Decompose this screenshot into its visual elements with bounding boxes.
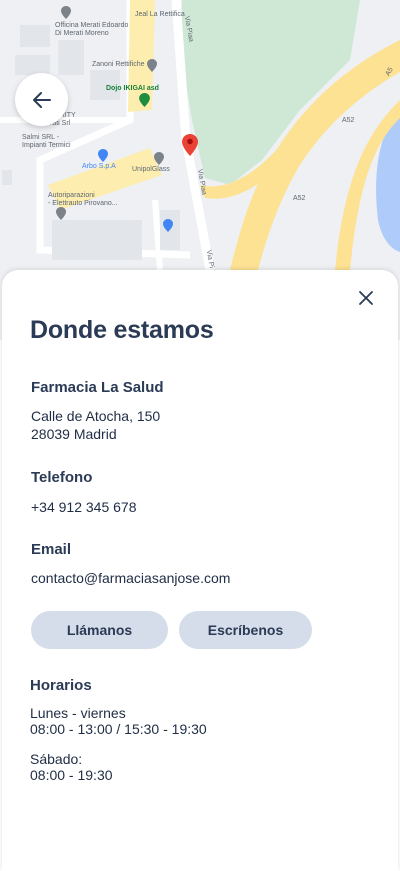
poi-pin-icon bbox=[147, 59, 157, 72]
call-button[interactable]: Llámanos bbox=[31, 611, 168, 649]
address-line-2: 28039 Madrid bbox=[31, 426, 117, 442]
phone-value: +34 912 345 678 bbox=[31, 499, 137, 515]
poi-pin-icon bbox=[163, 219, 173, 232]
map-label: Impianti Termici bbox=[22, 142, 71, 149]
email-label: Email bbox=[31, 541, 72, 558]
pharmacy-name: Farmacia La Salud bbox=[31, 379, 164, 396]
map-label: Zanoni Rettifiche bbox=[92, 61, 145, 68]
map-label: Dojo IKIGAI asd bbox=[106, 85, 159, 92]
map-label: A52 bbox=[293, 195, 306, 202]
map-label: Jeal La Rettifica bbox=[135, 11, 185, 18]
write-button[interactable]: Escríbenos bbox=[179, 611, 312, 649]
poi-pin-icon bbox=[98, 149, 108, 162]
weekdays-hours: 08:00 - 13:00 / 15:30 - 19:30 bbox=[30, 721, 207, 737]
map-label: UnipolGlass bbox=[132, 166, 170, 173]
poi-pin-icon bbox=[139, 93, 150, 107]
close-button[interactable] bbox=[354, 286, 378, 310]
map-label: Arbo S.p.A bbox=[82, 163, 116, 170]
panel-title: Donde estamos bbox=[30, 316, 214, 344]
phone-label: Telefono bbox=[31, 469, 93, 486]
email-value: contacto@farmaciasanjose.com bbox=[31, 570, 231, 586]
back-button[interactable] bbox=[15, 73, 68, 126]
arrow-left-icon bbox=[32, 91, 51, 108]
close-icon bbox=[359, 291, 373, 305]
poi-pin-icon bbox=[61, 6, 71, 19]
hours-label: Horarios bbox=[30, 677, 92, 694]
location-pin-icon[interactable] bbox=[182, 134, 198, 156]
map-label: A52 bbox=[342, 117, 355, 124]
location-info-panel: Donde estamos Farmacia La Salud Calle de… bbox=[2, 270, 398, 871]
poi-pin-icon bbox=[56, 207, 66, 220]
address-line-1: Calle de Atocha, 150 bbox=[31, 408, 161, 424]
poi-pin-icon bbox=[154, 152, 164, 165]
map-label: Di Merati Moreno bbox=[55, 30, 109, 37]
saturday-hours: 08:00 - 19:30 bbox=[30, 767, 113, 783]
